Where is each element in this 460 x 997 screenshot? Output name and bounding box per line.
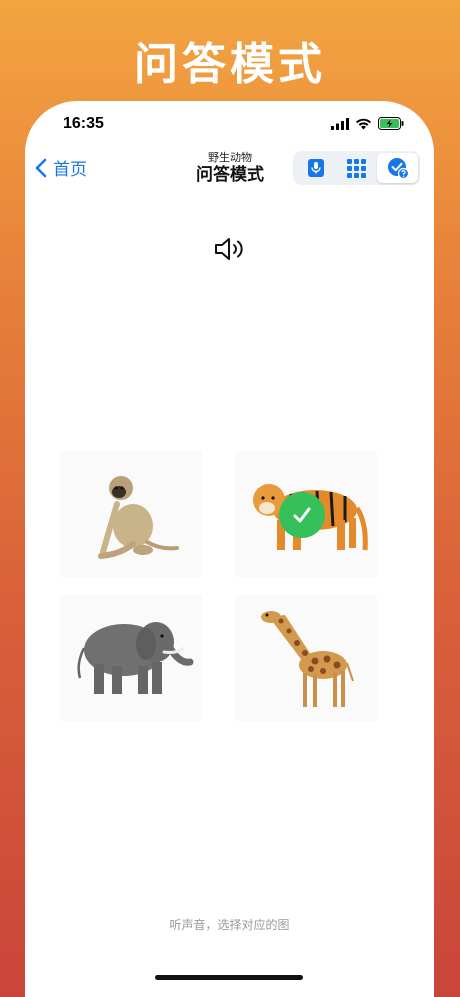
answer-option-monkey[interactable] bbox=[60, 451, 202, 577]
play-sound-icon[interactable] bbox=[213, 234, 247, 264]
elephant-image bbox=[77, 622, 194, 694]
status-bar: 16:35 bbox=[25, 101, 434, 149]
wifi-icon bbox=[356, 118, 371, 129]
checkmark-icon bbox=[293, 507, 311, 523]
instruction-hint: 听声音，选择对应的图 bbox=[169, 918, 290, 932]
answer-option-elephant[interactable] bbox=[60, 595, 202, 721]
monkey-image bbox=[98, 476, 179, 559]
microphone-icon bbox=[307, 159, 324, 177]
phone-screen: 16:35 首页 野生动物 问答模式 听声音，选择对应的图 bbox=[25, 101, 434, 997]
nav-titles: 野生动物 问答模式 bbox=[175, 151, 285, 185]
mode-quiz-button[interactable] bbox=[377, 153, 418, 183]
battery-charging-icon bbox=[378, 117, 404, 130]
category-subtitle: 野生动物 bbox=[208, 151, 252, 164]
navigation-bar: 首页 野生动物 问答模式 bbox=[25, 149, 434, 197]
chevron-left-icon bbox=[35, 158, 47, 177]
mode-segmented-control bbox=[293, 151, 420, 185]
correct-answer-badge bbox=[279, 492, 325, 538]
status-time: 16:35 bbox=[63, 115, 104, 132]
answer-option-tiger[interactable] bbox=[235, 451, 377, 577]
answer-option-giraffe[interactable] bbox=[235, 595, 377, 721]
cellular-signal-icon bbox=[331, 117, 349, 130]
back-label: 首页 bbox=[53, 160, 87, 180]
mode-voice-button[interactable] bbox=[295, 153, 336, 183]
status-icons bbox=[331, 117, 404, 130]
page-title: 问答模式 bbox=[196, 165, 264, 185]
mode-grid-button[interactable] bbox=[336, 153, 377, 183]
back-button[interactable]: 首页 bbox=[35, 155, 87, 180]
home-indicator[interactable] bbox=[155, 975, 303, 980]
hero-title: 问答模式 bbox=[134, 39, 326, 90]
giraffe-image bbox=[261, 611, 354, 707]
quiz-check-icon bbox=[387, 158, 409, 179]
grid-icon bbox=[347, 158, 366, 178]
